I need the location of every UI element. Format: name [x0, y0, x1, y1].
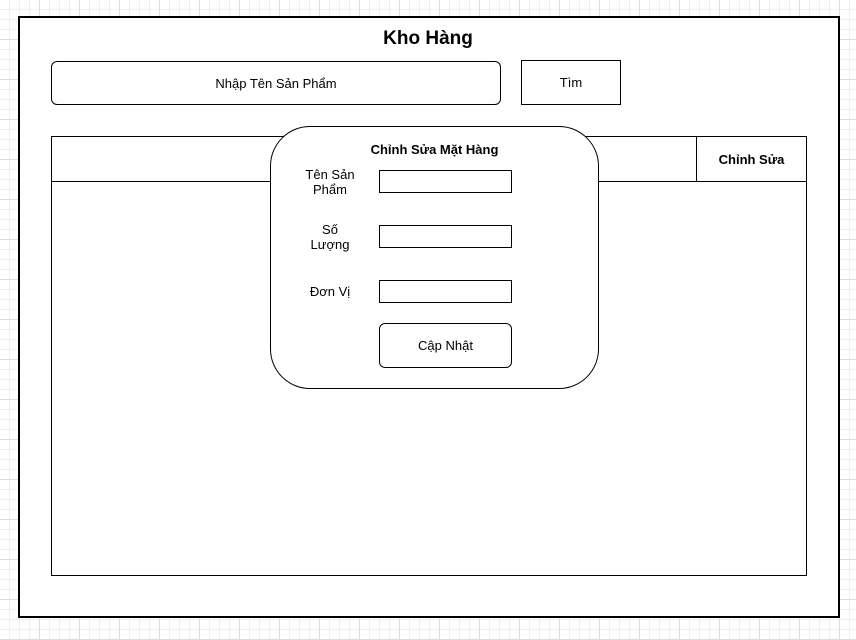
quantity-field[interactable]	[379, 225, 512, 248]
quantity-label-line1: Số	[322, 222, 338, 237]
quantity-label: Số Lượng	[290, 222, 370, 252]
product-name-field[interactable]	[379, 170, 512, 193]
product-name-label: Tên Sản Phẩm	[290, 167, 370, 197]
search-button-label: Tìm	[559, 75, 583, 90]
edit-product-dialog: Chỉnh Sửa Mặt Hàng Tên Sản Phẩm Số Lượng…	[270, 126, 599, 389]
search-input[interactable]: Nhập Tên Sản Phẩm	[51, 61, 501, 105]
column-header-edit: Chỉnh Sửa	[696, 137, 806, 181]
unit-field[interactable]	[379, 280, 512, 303]
update-button[interactable]: Cập Nhật	[379, 323, 512, 368]
product-name-label-line1: Tên Sản	[305, 167, 355, 182]
dialog-title: Chỉnh Sửa Mặt Hàng	[370, 142, 499, 157]
page-title: Kho Hàng	[383, 28, 473, 49]
search-placeholder: Nhập Tên Sản Phẩm	[215, 75, 337, 91]
column-header-edit-label: Chỉnh Sửa	[718, 151, 785, 167]
product-name-label-line2: Phẩm	[313, 182, 347, 197]
quantity-label-line2: Lượng	[310, 237, 350, 252]
search-button[interactable]: Tìm	[521, 60, 621, 105]
update-button-label: Cập Nhật	[418, 338, 473, 353]
unit-label-line1: Đơn Vị	[309, 284, 351, 299]
unit-label: Đơn Vị	[290, 284, 370, 299]
